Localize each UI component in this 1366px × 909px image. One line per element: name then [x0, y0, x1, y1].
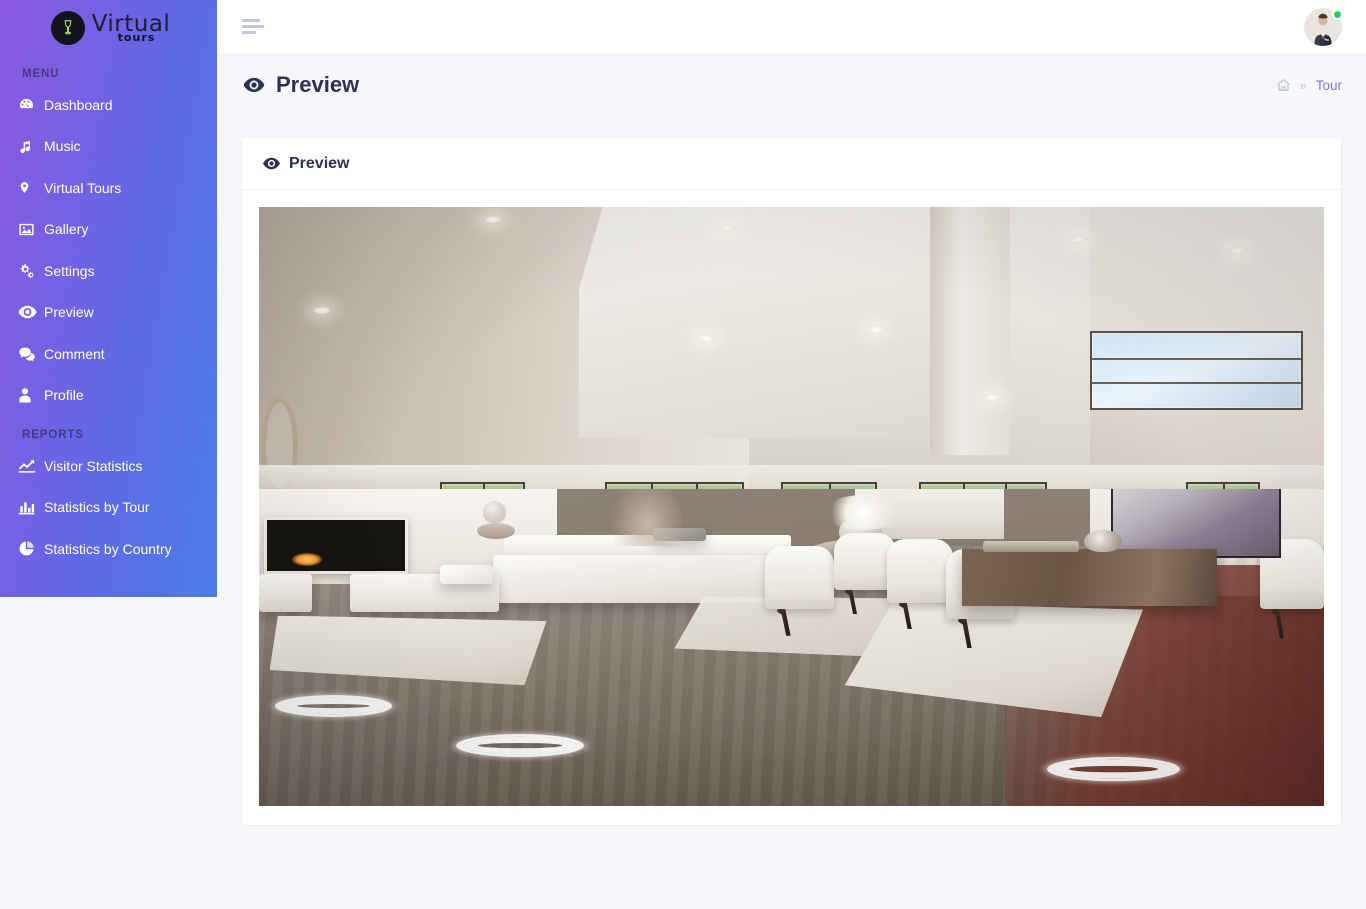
recessed-light: [695, 333, 716, 343]
sidebar-item-gallery[interactable]: Gallery: [0, 209, 217, 251]
sidebar-item-label: Statistics by Country: [44, 540, 172, 557]
sidebar-item-label: Statistics by Tour: [44, 499, 150, 516]
pano-floor: [259, 488, 1324, 806]
decor-vase: [482, 501, 507, 524]
home-icon[interactable]: [1276, 78, 1291, 92]
sidebar-item-label: Virtual Tours: [44, 179, 122, 196]
recessed-light: [312, 305, 333, 315]
page-title: Preview: [242, 72, 359, 98]
line-chart-icon: [18, 458, 44, 473]
armchair-left: [259, 574, 313, 613]
music-note-icon: [18, 138, 44, 155]
eye-icon: [18, 305, 44, 319]
sidebar-item-label: Visitor Statistics: [44, 457, 143, 474]
dashboard-icon: [18, 96, 44, 113]
location-pin-wineglass-icon: [50, 10, 85, 45]
comments-icon: [18, 346, 44, 362]
sidebar-item-profile[interactable]: Profile: [0, 375, 217, 417]
image-icon: [18, 221, 44, 238]
panorama-viewer[interactable]: [259, 207, 1324, 806]
panorama-scene: [259, 207, 1324, 806]
preview-card: Preview: [242, 138, 1341, 825]
app-root: Virtual tours MENU Dashboard Music Virtu…: [0, 0, 1366, 909]
sideboard-credenza: [961, 548, 1218, 606]
page-header: Preview » Tour: [217, 53, 1366, 117]
clerestory-window: [1089, 330, 1303, 410]
brand-subtitle: tours: [117, 30, 156, 44]
recessed-light: [716, 223, 737, 233]
console-accent: [477, 523, 515, 540]
sidebar-item-statistics-by-tour[interactable]: Statistics by Tour: [0, 487, 217, 529]
hamburger-icon[interactable]: [242, 19, 264, 34]
fire-flame: [292, 552, 323, 567]
sidebar-section-reports-label: REPORTS: [22, 429, 84, 441]
throw-pillow: [440, 564, 494, 584]
dining-chair: [764, 545, 835, 610]
user-icon: [18, 387, 44, 404]
status-badge: [1332, 8, 1343, 20]
sidebar-item-virtual-tours[interactable]: Virtual Tours: [0, 167, 217, 209]
eye-icon: [242, 77, 266, 93]
structural-column: [929, 207, 1010, 455]
sidebar-item-comment[interactable]: Comment: [0, 333, 217, 375]
card-header: Preview: [242, 138, 1341, 190]
card-body: [242, 190, 1341, 823]
page-title-text: Preview: [276, 72, 360, 97]
breadcrumb: » Tour: [1276, 77, 1342, 93]
sidebar-item-music[interactable]: Music: [0, 126, 217, 168]
hotspot-center[interactable]: [456, 734, 584, 758]
sidebar-item-dashboard[interactable]: Dashboard: [0, 84, 217, 126]
bar-chart-icon: [18, 499, 44, 515]
hamburger-line: [242, 25, 264, 28]
breadcrumb-separator: »: [1299, 77, 1307, 93]
avatar[interactable]: [1304, 7, 1343, 46]
cogs-icon: [18, 262, 44, 279]
sidebar-section-menu-label: MENU: [22, 68, 60, 80]
sidebar-item-label: Gallery: [44, 221, 89, 238]
sidebar-item-label: Music: [44, 138, 81, 155]
breadcrumb-current[interactable]: Tour: [1316, 78, 1342, 93]
ceiling-soffit: [578, 207, 984, 438]
hamburger-line: [242, 31, 256, 34]
pano-ceiling: [259, 207, 1324, 495]
hamburger-line: [242, 19, 260, 22]
sidebar-item-settings[interactable]: Settings: [0, 250, 217, 292]
sidebar-item-label: Dashboard: [44, 96, 113, 113]
sidebar-item-label: Profile: [44, 387, 84, 404]
dried-branch-arrangement: [610, 488, 685, 546]
sidebar-item-label: Preview: [44, 304, 94, 321]
topbar: [217, 0, 1366, 53]
map-pin-icon: [18, 179, 44, 196]
recessed-light: [983, 392, 1004, 402]
white-flowers: [823, 494, 904, 530]
sidebar-item-visitor-statistics[interactable]: Visitor Statistics: [0, 445, 217, 487]
decor-tray: [983, 540, 1080, 552]
recessed-light: [1068, 235, 1089, 245]
fireplace: [264, 517, 409, 575]
sidebar-item-label: Settings: [44, 262, 95, 279]
sidebar-item-statistics-by-country[interactable]: Statistics by Country: [0, 528, 217, 570]
eye-icon: [262, 157, 281, 170]
hotspot-left[interactable]: [274, 694, 393, 717]
sidebar-item-preview[interactable]: Preview: [0, 292, 217, 334]
card-title: Preview: [289, 154, 350, 172]
sofa: [493, 555, 803, 603]
decor-gourd: [1084, 529, 1122, 552]
pie-chart-icon: [18, 540, 44, 557]
dining-chair: [887, 539, 954, 603]
sidebar: Virtual tours MENU Dashboard Music Virtu…: [0, 0, 217, 597]
sidebar-item-label: Comment: [44, 345, 105, 362]
brand-logo[interactable]: Virtual tours: [0, 0, 217, 55]
